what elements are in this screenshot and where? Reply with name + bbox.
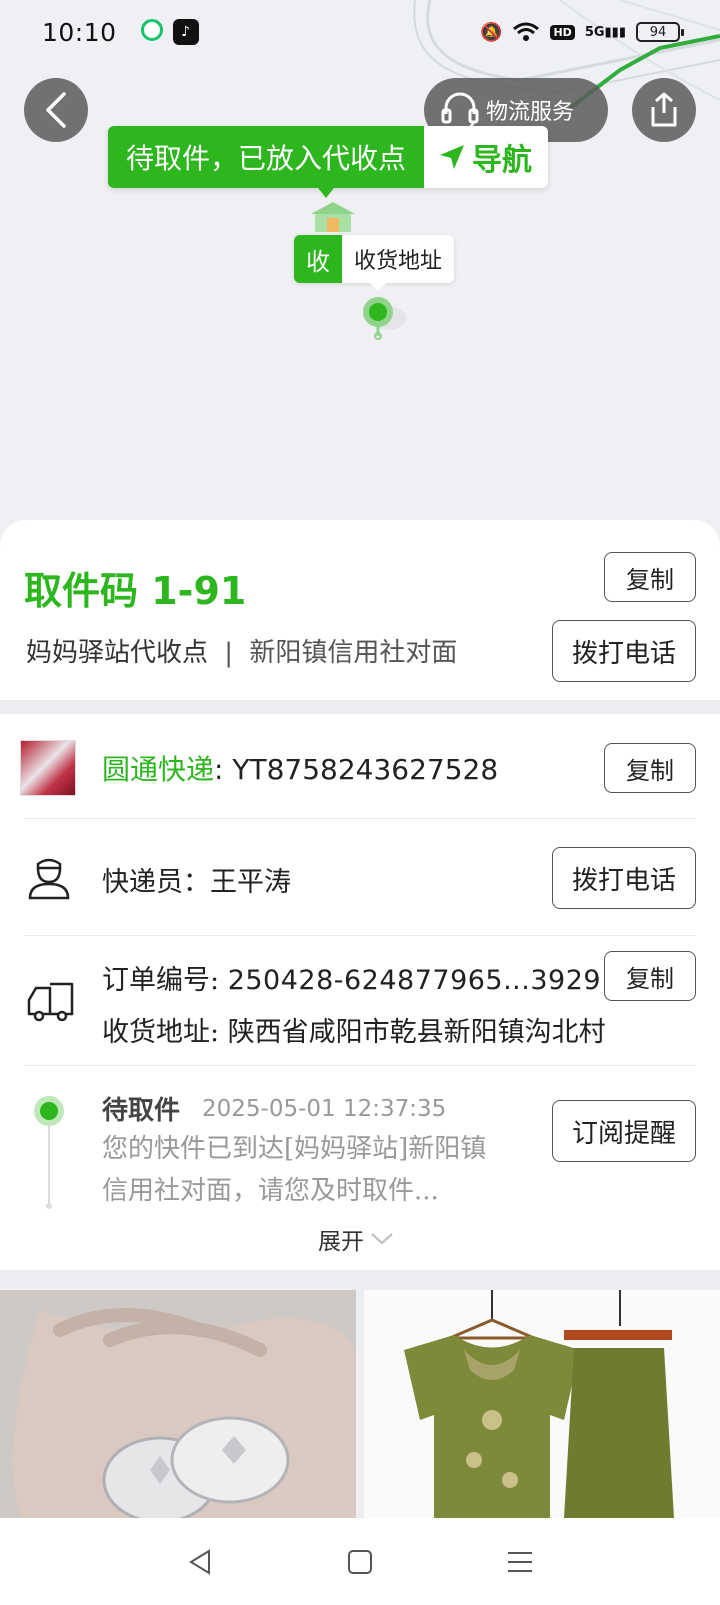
- timeline-current-dot: [34, 1096, 64, 1126]
- divider: [24, 1065, 696, 1066]
- battery-level: 94: [649, 24, 667, 40]
- navigate-button[interactable]: 导航: [424, 126, 549, 188]
- earrings-product-image: [0, 1290, 356, 1518]
- divider: [24, 818, 696, 819]
- courier-person-icon: [28, 858, 70, 900]
- copy-tracking-button[interactable]: 复制: [604, 743, 696, 793]
- subscribe-reminder-button[interactable]: 订阅提醒: [552, 1100, 696, 1162]
- product-card-earrings[interactable]: [0, 1290, 356, 1518]
- mute-icon: 🔕: [480, 21, 503, 43]
- expand-label: 展开: [318, 1229, 364, 1255]
- receive-tag-label: 收货地址: [342, 235, 455, 283]
- product-thumbnail[interactable]: [20, 740, 76, 796]
- event-description: 您的快件已到达[妈妈驿站]新阳镇信用社对面，请您及时取件...: [102, 1134, 487, 1206]
- receive-tag-badge: 收: [294, 235, 342, 283]
- back-button[interactable]: [24, 78, 88, 142]
- hd-icon: HD: [550, 24, 575, 40]
- station-name: 妈妈驿站代收点: [26, 638, 209, 668]
- shipment-detail-card: 圆通快递: YT8758243627528 复制 快递员：王平涛 拨打电话 订单…: [0, 714, 720, 1270]
- clothing-product-image: [364, 1290, 720, 1518]
- nav-back-icon[interactable]: [185, 1547, 215, 1577]
- signal-icon: 5G▮▮▮: [584, 24, 626, 40]
- event-status: 待取件: [102, 1096, 181, 1126]
- nav-menu-icon[interactable]: [505, 1547, 535, 1577]
- tracking-info: 圆通快递: YT8758243627528: [102, 753, 499, 786]
- pickup-code: 取件码 1-91: [24, 569, 247, 613]
- station-location: 新阳镇信用社对面: [249, 638, 458, 668]
- chevron-down-icon: [371, 1233, 393, 1245]
- receive-address-tag[interactable]: 收 收货地址: [294, 235, 455, 283]
- status-time: 10:10: [42, 17, 117, 47]
- timeline-line: [46, 1126, 52, 1209]
- navigate-label: 导航: [472, 143, 533, 178]
- pickup-card: 取件码 1-91 复制 妈妈驿站代收点 | 新阳镇信用社对面 拨打电话: [0, 520, 720, 700]
- share-button[interactable]: [632, 78, 696, 142]
- call-courier-button[interactable]: 拨打电话: [552, 847, 696, 909]
- system-navigation-bar: [0, 1518, 720, 1605]
- headset-icon: [441, 92, 479, 130]
- status-app-icons: ♪: [140, 19, 199, 45]
- delivery-address-value: 陕西省咸阳市乾县新阳镇沟北村: [227, 1017, 606, 1048]
- map-pickup-callout: 待取件，已放入代收点 导航: [108, 126, 549, 198]
- expand-timeline-button[interactable]: 展开: [318, 1222, 394, 1256]
- courier-name: 快递员：王平涛: [102, 867, 291, 898]
- delivery-truck-icon: [27, 982, 74, 1022]
- nav-home-icon[interactable]: [345, 1547, 375, 1577]
- share-icon: [651, 92, 677, 127]
- tracking-number: YT8758243627528: [232, 753, 499, 786]
- battery-icon: 94: [636, 22, 684, 42]
- order-number: 订单编号: 250428-624877965...3929: [102, 965, 602, 996]
- logistics-service-label: 物流服务: [486, 100, 575, 125]
- status-indicators: 🔕 HD 5G▮▮▮ 94: [480, 21, 684, 43]
- carrier-name: 圆通快递: [102, 753, 215, 786]
- location-pin-icon: [363, 297, 406, 340]
- back-arrow-icon: [46, 92, 66, 128]
- divider: [24, 935, 696, 936]
- wifi-icon: [513, 22, 540, 41]
- delivery-address: 收货地址: 陕西省咸阳市乾县新阳镇沟北村: [102, 1017, 606, 1048]
- callout-status: 待取件，已放入代收点: [108, 126, 425, 198]
- separator: |: [224, 638, 234, 668]
- copy-order-number-button[interactable]: 复制: [604, 951, 696, 1001]
- order-number-value: 250428-624877965...3929: [227, 965, 602, 996]
- copy-pickup-code-button[interactable]: 复制: [604, 552, 696, 602]
- message-app-icon: [140, 19, 163, 41]
- product-card-clothing[interactable]: [364, 1290, 720, 1518]
- event-time: 2025-05-01 12:37:35: [202, 1096, 447, 1122]
- navigation-arrow-icon: [440, 145, 465, 169]
- call-station-button[interactable]: 拨打电话: [552, 620, 696, 682]
- receive-tag-pointer: [370, 283, 386, 291]
- pickup-station-address: 妈妈驿站代收点 | 新阳镇信用社对面: [26, 632, 457, 669]
- status-bar: 10:10 ♪ 🔕 HD 5G▮▮▮ 94: [0, 0, 720, 64]
- tiktok-app-icon: ♪: [172, 19, 199, 45]
- pickup-station-marker-icon: [311, 202, 355, 232]
